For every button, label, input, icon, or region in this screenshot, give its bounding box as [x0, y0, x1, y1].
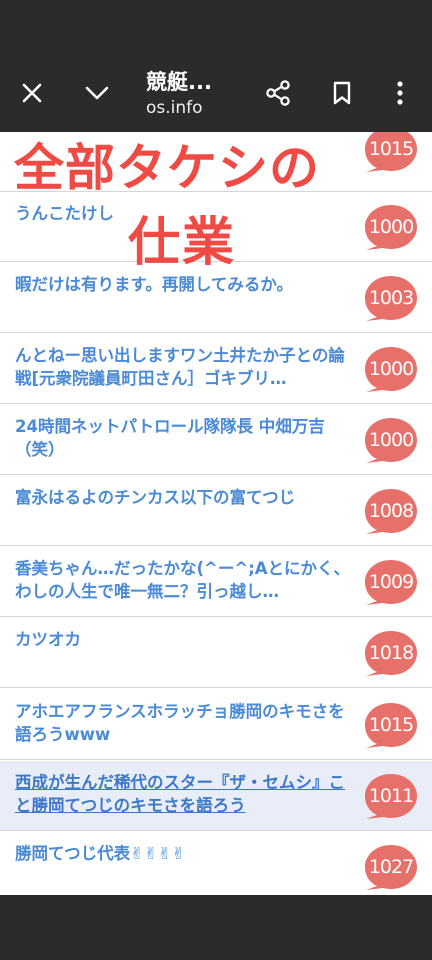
collapse-button[interactable]	[78, 74, 116, 112]
navigation-bar	[0, 895, 432, 960]
close-icon	[22, 83, 42, 103]
count-badge: 1015	[364, 132, 418, 172]
thread-row[interactable]: んとねー思い出しますワン土井たか子との論戦[元衆院議員町田さん］ゴキブリ… 10…	[0, 334, 432, 404]
thread-row-visited[interactable]: 西成が生んだ稀代のスター『ザ・セムシ』こと勝岡てつじのキモさを語ろう 1011	[0, 761, 432, 831]
thread-row[interactable]: アホエアフランスホラッチョ勝岡のキモさを語ろうwww 1015	[0, 690, 432, 760]
count-badge: 1009	[364, 559, 418, 605]
count-badge: 1000	[364, 417, 418, 463]
thread-title[interactable]: カツオカ	[15, 628, 355, 651]
thread-title[interactable]: アホエアフランスホラッチョ勝岡のキモさを語ろうwww	[15, 700, 355, 746]
count-badge: 1011	[364, 773, 418, 819]
thread-row[interactable]: うんこたけし 1000	[0, 192, 432, 262]
thread-title[interactable]: 暇だけは有ります。再開してみるか。	[15, 273, 355, 296]
chevron-down-icon	[85, 86, 109, 100]
thread-row[interactable]: 1015	[0, 132, 432, 192]
browser-toolbar: 競艇... os.info	[0, 54, 432, 132]
more-options-button[interactable]	[381, 74, 419, 112]
page-title: 競艇...	[146, 70, 212, 94]
count-badge: 1008	[364, 488, 418, 534]
share-button[interactable]	[259, 74, 297, 112]
count-badge: 1003	[364, 275, 418, 321]
thread-title[interactable]: 勝岡てつじ代表✌✌✌✌	[15, 842, 355, 865]
thread-row[interactable]: カツオカ 1018	[0, 618, 432, 688]
thread-title[interactable]: 24時間ネットパトロール隊隊長 中畑万吉（笑）	[15, 415, 355, 461]
bookmark-icon	[333, 81, 351, 105]
count-badge: 1027	[364, 844, 418, 890]
thread-title[interactable]: 香美ちゃん…だったかな(^ー^;Aとにかく、わしの人生で唯一無二？引っ越し…	[15, 557, 355, 603]
status-bar	[0, 0, 432, 54]
page-url[interactable]: os.info	[146, 98, 203, 118]
count-badge: 1000	[364, 346, 418, 392]
thread-list: 1015 うんこたけし 1000 暇だけは有ります。再開してみるか。 1003 …	[0, 132, 432, 895]
thread-title[interactable]: うんこたけし	[15, 202, 355, 225]
count-badge: 1015	[364, 702, 418, 748]
share-icon	[266, 80, 290, 106]
count-badge: 1018	[364, 630, 418, 676]
thread-row[interactable]: 富永はるよのチンカス以下の富てつじ 1008	[0, 476, 432, 546]
thread-row[interactable]: 勝岡てつじ代表✌✌✌✌ 1027	[0, 832, 432, 895]
thread-title[interactable]: んとねー思い出しますワン土井たか子との論戦[元衆院議員町田さん］ゴキブリ…	[15, 344, 355, 390]
thread-title[interactable]: 西成が生んだ稀代のスター『ザ・セムシ』こと勝岡てつじのキモさを語ろう	[15, 771, 355, 817]
thread-title[interactable]: 富永はるよのチンカス以下の富てつじ	[15, 486, 355, 509]
count-badge: 1000	[364, 204, 418, 250]
thread-row[interactable]: 24時間ネットパトロール隊隊長 中畑万吉（笑） 1000	[0, 405, 432, 475]
close-button[interactable]	[13, 74, 51, 112]
thread-row[interactable]: 暇だけは有ります。再開してみるか。 1003	[0, 263, 432, 333]
thread-row[interactable]: 香美ちゃん…だったかな(^ー^;Aとにかく、わしの人生で唯一無二？引っ越し… 1…	[0, 547, 432, 617]
more-vert-icon	[397, 81, 403, 105]
bookmark-button[interactable]	[323, 74, 361, 112]
